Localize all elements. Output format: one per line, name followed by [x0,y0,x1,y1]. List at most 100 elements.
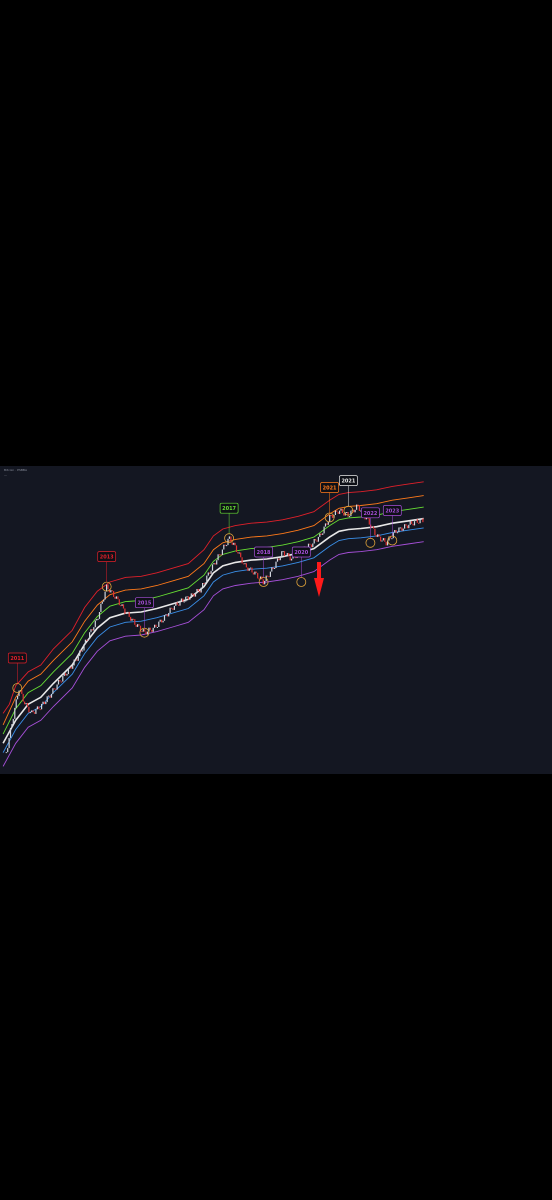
candle [110,590,112,593]
candle [371,526,373,528]
candle [358,505,360,511]
candle [204,582,206,585]
candle [196,589,198,594]
candle [17,696,19,700]
year-label: 2021 [341,479,355,485]
candle [408,524,410,529]
candle [356,504,358,510]
candle [69,666,71,669]
candle [80,650,82,652]
candle [396,532,399,534]
candle [326,523,328,525]
candle [347,512,349,517]
candle [283,551,286,557]
candle [392,532,394,539]
candle [375,535,377,537]
candle [313,539,315,544]
candle [132,618,134,620]
candle [156,627,158,628]
candle [384,538,386,542]
candle [394,530,396,533]
candle [220,554,222,556]
candle [413,521,416,526]
candle [48,695,50,697]
candle [276,558,279,562]
touch-circle [296,577,307,587]
candle [409,521,411,525]
candle [96,619,98,621]
candle [94,620,96,628]
candle [391,538,393,540]
candle [62,676,64,682]
candle [169,607,171,613]
candle [50,693,53,698]
candle [274,568,276,569]
candle [346,512,348,513]
candle [186,596,188,598]
candle [221,549,223,555]
candle [405,524,407,526]
candle [70,666,72,669]
band-6-line [2,541,424,767]
candle [194,593,197,597]
candle [269,571,271,577]
year-label: 2018 [257,550,271,556]
candle [175,602,177,606]
year-label: 2023 [385,509,399,515]
candle [278,558,280,561]
candle [36,706,38,710]
candle [319,533,321,537]
candle [87,639,89,641]
candle [340,508,342,511]
year-label: 2017 [222,506,236,512]
candle [165,614,167,616]
candle [60,681,62,683]
candle [168,613,170,617]
touch-circle [12,683,23,693]
year-label: 2020 [294,550,308,556]
candle [90,629,92,633]
candle [317,536,319,542]
candle [176,602,178,605]
year-label: 2022 [363,511,377,517]
candle [81,650,84,652]
candle [65,673,67,676]
candle [227,538,229,546]
candle [155,624,157,627]
candle [322,533,324,535]
candle [172,608,174,610]
candle [45,702,47,705]
candle [127,611,129,613]
candle [76,659,78,661]
candle [401,527,403,531]
candle [124,608,126,614]
candle [128,611,130,617]
candle [230,536,232,543]
candle [402,528,404,531]
candle [248,568,250,571]
candle [336,510,338,512]
candle [234,542,236,546]
year-label: 2011 [10,656,24,662]
candle [380,536,382,542]
candle [357,504,359,506]
candle [382,538,384,541]
candle [100,603,102,612]
candle [209,572,211,574]
year-label: 2021 [323,486,337,492]
candle [415,519,417,521]
candle [179,600,181,606]
candle [141,631,143,633]
candle [420,518,423,520]
candle [170,607,173,609]
candle [291,558,293,561]
candle [251,567,253,573]
candle [182,598,184,602]
candle [91,629,93,631]
candle [72,665,74,669]
candle [135,624,137,627]
candle [254,571,256,575]
candle [166,614,168,617]
candle [43,701,45,705]
candle [288,553,290,557]
